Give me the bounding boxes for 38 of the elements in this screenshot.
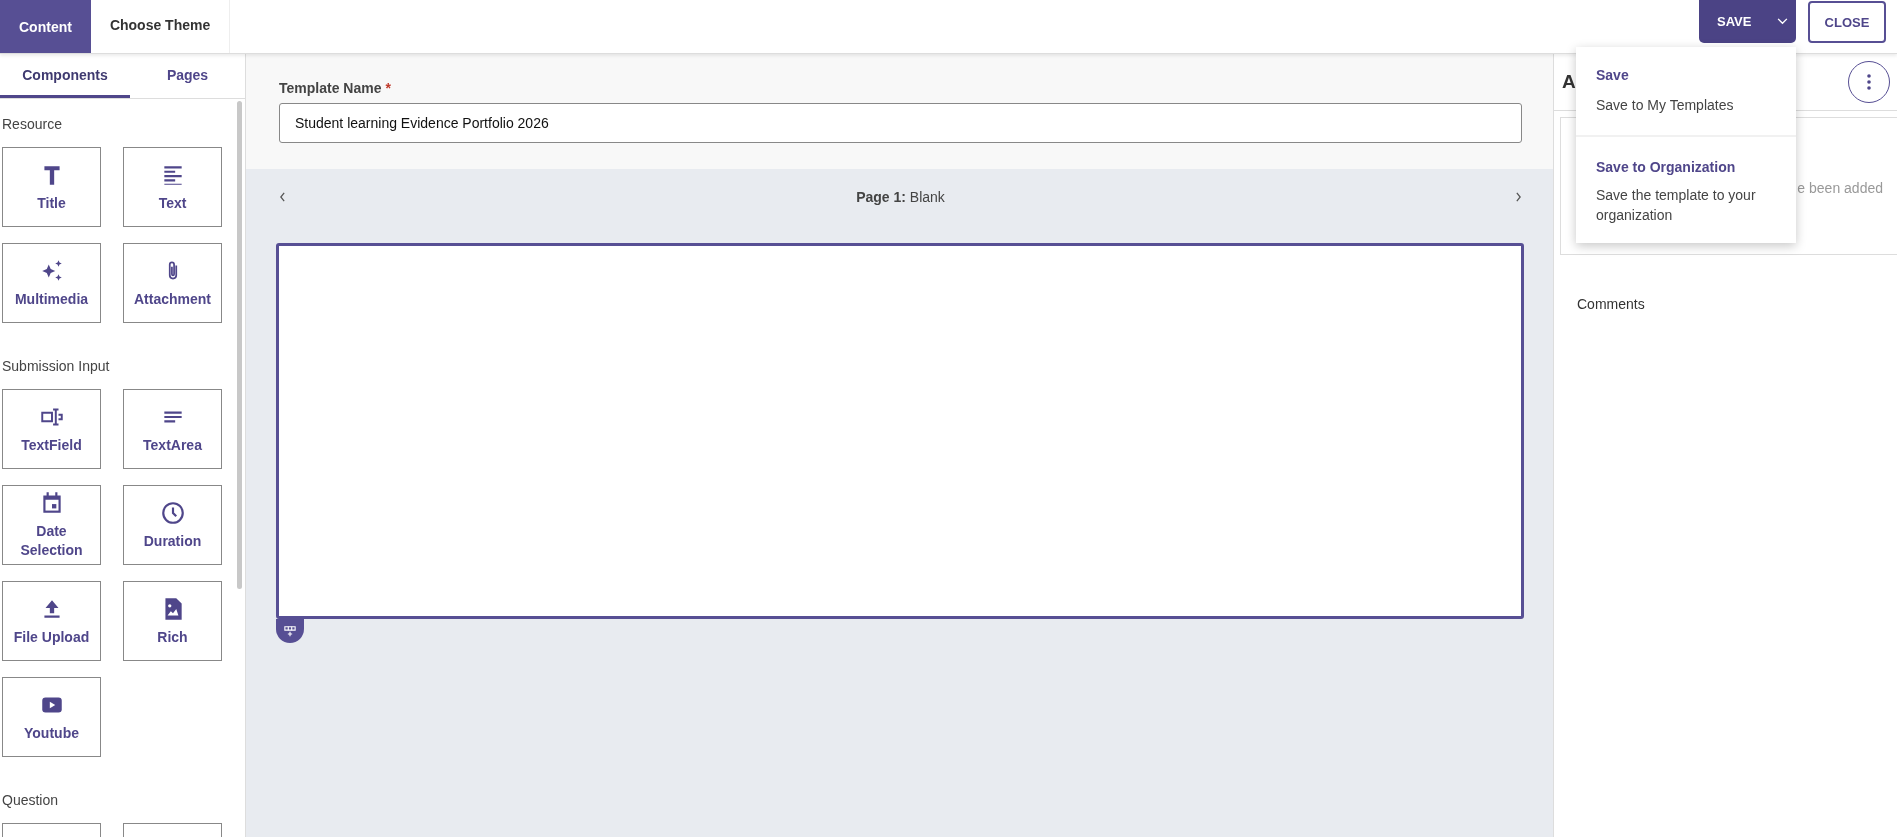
component-tile[interactable]: Youtube <box>2 677 101 757</box>
page-title: Page 1: Blank <box>856 189 945 205</box>
grid-plus-icon <box>284 625 296 637</box>
add-row-handle[interactable] <box>276 619 304 643</box>
component-tile[interactable]: Attachment <box>123 243 222 323</box>
template-name-input[interactable]: Student learning Evidence Portfolio 2026 <box>279 103 1522 143</box>
clock-icon <box>159 499 186 526</box>
chevron-left-icon[interactable] <box>279 192 286 202</box>
section-heading: Submission Input <box>2 357 111 376</box>
field-label: Template Name * <box>279 80 392 96</box>
save-button[interactable]: SAVE <box>1699 0 1796 43</box>
section-heading: Question <box>2 791 60 810</box>
component-tile[interactable]: File Upload <box>2 581 101 661</box>
menu-item-description: Save to My Templates <box>1596 96 1735 115</box>
component-tile[interactable]: TextField <box>2 389 101 469</box>
component-tile[interactable]: Multimedia <box>2 243 101 323</box>
chevron-right-icon[interactable] <box>1515 192 1522 202</box>
component-tile[interactable]: Title <box>2 147 101 227</box>
more-options-button[interactable] <box>1848 61 1890 103</box>
section-heading: Resource <box>2 115 63 134</box>
component-tile[interactable]: TextArea <box>123 389 222 469</box>
component-tile[interactable]: Rich <box>123 581 222 661</box>
menu-item-description: Save the template to your organization <box>1596 186 1757 225</box>
component-tile[interactable]: Date Selection <box>2 485 101 565</box>
kebab-icon <box>1867 74 1871 90</box>
menu-item-title[interactable]: Save <box>1596 67 1776 83</box>
close-button[interactable]: CLOSE <box>1808 1 1886 43</box>
header-tab[interactable]: Content <box>0 0 91 53</box>
component-tile[interactable]: Duration <box>123 485 222 565</box>
panel-title: A <box>1562 71 1576 93</box>
empty-state-text: e been added <box>1797 180 1883 196</box>
menu-item-title[interactable]: Save to Organization <box>1596 159 1776 175</box>
component-tile[interactable]: Text <box>123 147 222 227</box>
scrollbar[interactable] <box>237 101 242 589</box>
comments-heading: Comments <box>1576 295 1646 312</box>
caret-icon[interactable] <box>1777 18 1788 25</box>
save-label[interactable]: SAVE <box>1717 14 1752 29</box>
page-canvas[interactable] <box>276 243 1524 619</box>
